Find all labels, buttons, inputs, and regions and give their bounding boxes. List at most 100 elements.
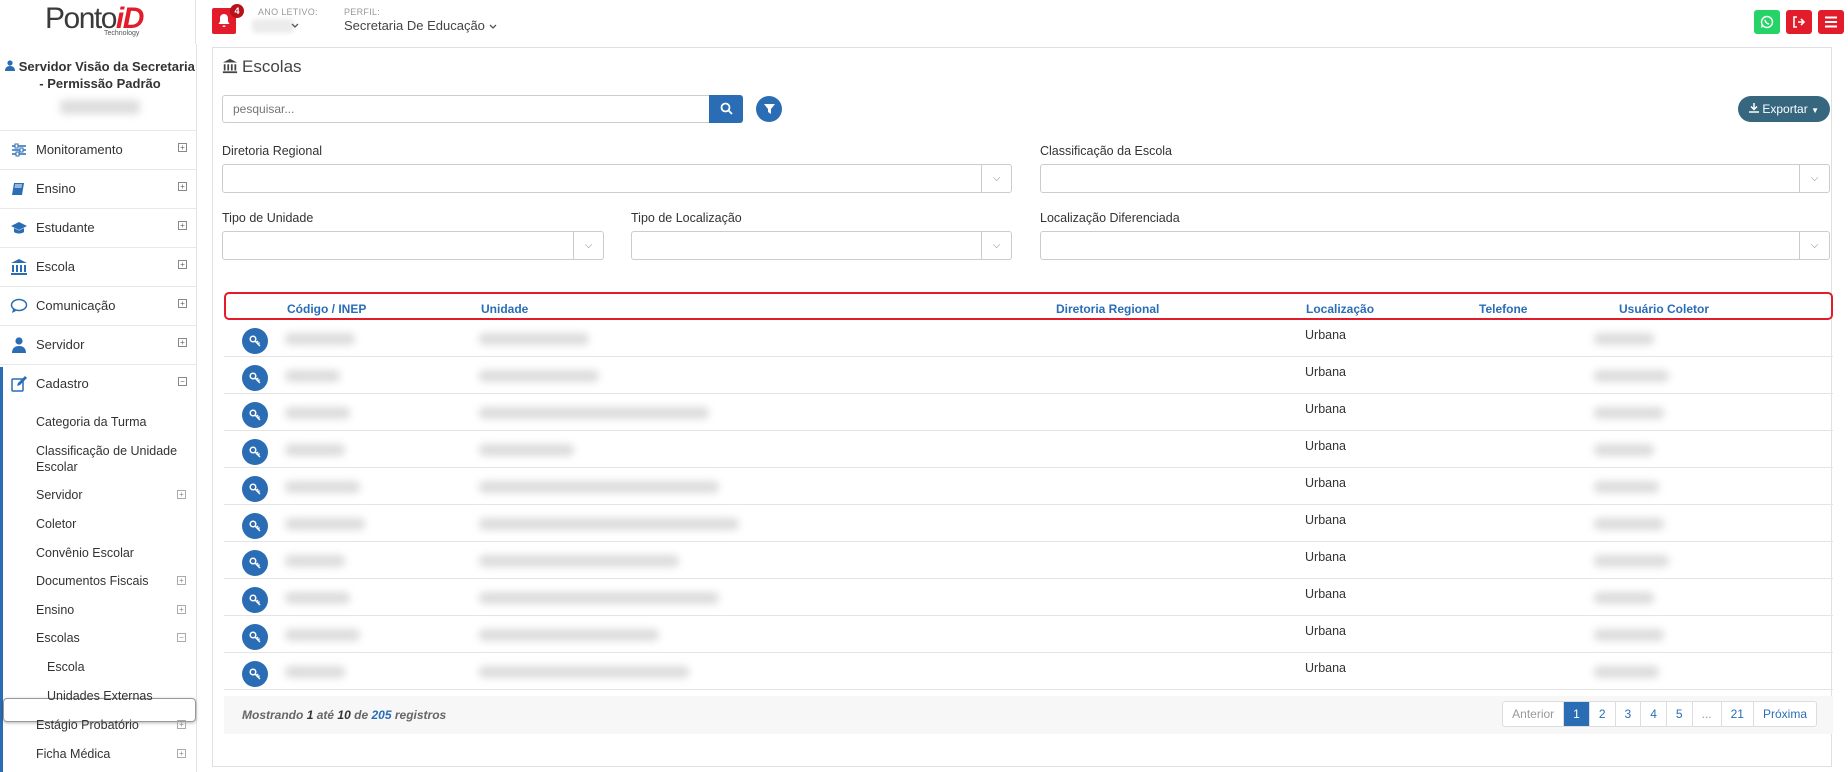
sub-item-categoria-turma[interactable]: Categoria da Turma [36,414,146,430]
localizacao-cell: Urbana [1305,328,1346,342]
chevron-down-icon[interactable] [291,23,299,29]
sub-item-classificacao-unidade[interactable]: Classificação de Unidade Escolar [36,443,186,475]
page-button[interactable]: 2 [1588,702,1615,726]
page-button[interactable]: ... [1691,702,1721,726]
table-row: Urbana [224,357,1833,394]
usuario-coletor-cell-blurred [1594,444,1654,456]
sidebar-item-comunicacao[interactable]: Comunicação + [0,286,197,324]
tipo-localizacao-select[interactable]: ⌵ [631,231,1012,260]
expand-icon[interactable]: + [177,605,186,614]
classificacao-escola-select[interactable]: ⌵ [1040,164,1830,193]
sidebar-item-ensino[interactable]: Ensino + [0,169,197,207]
notifications-button[interactable]: 4 [212,4,244,34]
localizacao-cell: Urbana [1305,513,1346,527]
edit-icon [11,376,27,392]
expand-icon[interactable]: + [177,720,186,729]
sidebar-item-label: Escola [36,259,76,274]
next-page-button[interactable]: Próxima [1752,702,1816,726]
page-button[interactable]: 5 [1665,702,1692,726]
sub-item-convenio-escolar[interactable]: Convênio Escolar [36,545,134,561]
perfil-select[interactable]: Secretaria De Educação [344,18,497,33]
codigo-cell-blurred [285,407,350,419]
page-button[interactable]: 3 [1614,702,1641,726]
edit-access-button[interactable] [242,365,268,391]
sub-item-coletor[interactable]: Coletor [36,516,76,532]
edit-access-button[interactable] [242,661,268,687]
ano-letivo-value[interactable] [252,19,294,33]
localizacao-diferenciada-select[interactable]: ⌵ [1040,231,1830,260]
expand-icon[interactable]: + [177,490,186,499]
collapse-icon[interactable]: − [177,633,186,642]
sub-item-servidor[interactable]: Servidor [36,487,83,503]
expand-icon[interactable]: + [178,182,187,191]
localizacao-cell: Urbana [1305,624,1346,638]
usuario-coletor-cell-blurred [1594,629,1664,641]
usuario-coletor-cell-blurred [1594,333,1654,345]
notifications-badge: 4 [230,4,244,18]
sidebar-item-estudante[interactable]: Estudante + [0,208,197,246]
unidade-cell-blurred [479,444,574,456]
sub-item-documentos-fiscais[interactable]: Documentos Fiscais [36,573,149,589]
sub-item-unidades-externas[interactable]: Unidades Externas [47,688,153,704]
page-button[interactable]: 21 [1720,702,1753,726]
codigo-cell-blurred [285,370,340,382]
edit-access-button[interactable] [242,513,268,539]
sidebar-item-servidor[interactable]: Servidor + [0,325,197,363]
perfil-value: Secretaria De Educação [344,18,485,33]
expand-icon[interactable]: + [178,338,187,347]
column-header-diretoria[interactable]: Diretoria Regional [1056,302,1159,316]
download-icon [1749,103,1760,113]
edit-access-button[interactable] [242,328,268,354]
sidebar-item-cadastro[interactable]: Cadastro − [0,364,197,402]
edit-access-button[interactable] [242,550,268,576]
edit-access-button[interactable] [242,624,268,650]
expand-icon[interactable]: + [178,221,187,230]
localizacao-cell: Urbana [1305,439,1346,453]
prev-page-button[interactable]: Anterior [1503,702,1563,726]
edit-access-button[interactable] [242,439,268,465]
sidebar-item-monitoramento[interactable]: Monitoramento + [0,130,197,168]
edit-access-button[interactable] [242,402,268,428]
collapse-icon[interactable]: − [178,377,187,386]
page-button[interactable]: 1 [1563,702,1589,726]
expand-icon[interactable]: + [178,143,187,152]
sub-item-estagio-probatorio[interactable]: Estágio Probatório [36,717,139,733]
brand-logo[interactable]: PontoiD Technology [0,0,196,44]
search-input[interactable] [222,95,710,123]
codigo-cell-blurred [285,555,345,567]
expand-icon[interactable]: + [177,749,186,758]
column-header-usuario-coletor[interactable]: Usuário Coletor [1619,302,1709,316]
graduation-cap-icon [11,222,27,234]
column-header-codigo[interactable]: Código / INEP [287,302,366,316]
sub-item-ficha-medica[interactable]: Ficha Médica [36,746,110,762]
unidade-cell-blurred [479,629,659,641]
sub-item-ensino[interactable]: Ensino [36,602,74,618]
column-header-unidade[interactable]: Unidade [481,302,528,316]
expand-icon[interactable]: + [178,260,187,269]
column-header-localizacao[interactable]: Localização [1306,302,1374,316]
filter-button[interactable] [756,96,782,122]
codigo-cell-blurred [285,481,360,493]
chevron-down-icon: ⌵ [981,232,1011,259]
edit-access-button[interactable] [242,587,268,613]
column-header-telefone[interactable]: Telefone [1479,302,1527,316]
expand-icon[interactable]: + [178,299,187,308]
page-button[interactable]: 4 [1640,702,1666,726]
tipo-unidade-select[interactable]: ⌵ [222,231,604,260]
search-button[interactable] [709,95,743,123]
unidade-cell-blurred [479,666,689,678]
key-icon [249,594,261,606]
user-info-blurred [60,100,140,114]
whatsapp-button[interactable] [1754,10,1780,34]
diretoria-regional-select[interactable]: ⌵ [222,164,1012,193]
expand-icon[interactable]: + [177,576,186,585]
edit-access-button[interactable] [242,476,268,502]
logout-button[interactable] [1786,10,1812,34]
sidebar-item-escola[interactable]: Escola + [0,247,197,285]
sub-item-escola[interactable]: Escola [47,659,85,675]
menu-button[interactable] [1818,10,1844,34]
export-button[interactable]: Exportar ▼ [1738,96,1830,122]
user-icon [5,60,16,71]
sub-item-escolas[interactable]: Escolas [36,630,80,646]
filter-label-localizacao-diferenciada: Localização Diferenciada [1040,211,1180,225]
